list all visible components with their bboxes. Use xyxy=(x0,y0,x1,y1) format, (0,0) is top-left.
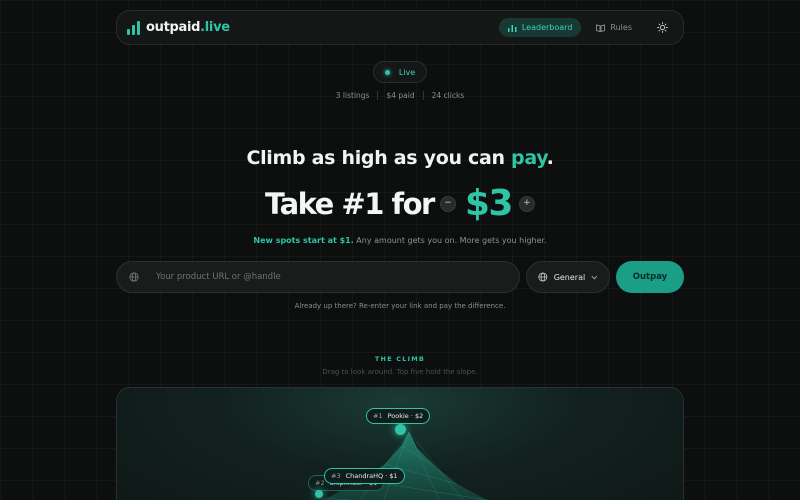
url-input-container[interactable] xyxy=(116,261,520,293)
headline-text: Climb as high as you can xyxy=(246,147,505,169)
rules-label: Rules xyxy=(610,23,632,32)
outpay-button[interactable]: Outpay xyxy=(616,261,684,293)
subtext-body: Any amount gets you on. More gets you hi… xyxy=(353,236,547,245)
rules-nav-button[interactable]: Rules xyxy=(587,18,641,37)
entry-pin xyxy=(315,490,323,498)
entry-rank: #1 xyxy=(373,412,383,420)
take-label: Take #1 for xyxy=(265,186,435,221)
logo[interactable]: outpaid.live xyxy=(127,20,230,35)
leaderboard-label: Leaderboard xyxy=(521,23,573,32)
headline-accent: pay xyxy=(511,147,547,169)
globe-icon xyxy=(538,272,548,282)
hero-headline: Climb as high as you can pay. xyxy=(0,147,800,169)
live-label: Live xyxy=(398,67,416,77)
top-nav: outpaid.live Leaderboard Rules xyxy=(116,10,684,45)
stats-row: 3 listings $4 paid 24 clicks xyxy=(0,91,800,100)
climb-3d-view[interactable]: #1 Pookie · $2 #2 Shipfinder · $1 #3 Cha… xyxy=(116,387,684,500)
subtext-highlight: New spots start at $1. xyxy=(253,236,354,245)
decrease-price-button[interactable]: − xyxy=(439,195,456,212)
logo-tld: .live xyxy=(200,20,230,35)
sun-icon xyxy=(656,22,668,33)
globe-icon xyxy=(129,272,139,282)
paid-total: $4 paid xyxy=(386,91,415,100)
hero-subtext: New spots start at $1. Any amount gets y… xyxy=(0,236,800,245)
entry-rank: #2 xyxy=(315,479,325,487)
chevron-down-icon xyxy=(591,275,598,279)
category-selected-value: General xyxy=(553,272,586,282)
live-status-pill: Live xyxy=(373,61,427,83)
entry-name: ChandraHQ · $1 xyxy=(345,472,398,480)
reenter-note: Already up there? Re-enter your link and… xyxy=(294,302,506,310)
leaderboard-tag-3[interactable]: #3 ChandraHQ · $1 xyxy=(324,468,405,484)
category-select[interactable]: General xyxy=(526,261,610,293)
section-label: THE CLIMB xyxy=(374,355,426,363)
logo-name: outpaid xyxy=(146,20,201,35)
increase-price-button[interactable]: + xyxy=(518,195,535,212)
url-input[interactable] xyxy=(156,272,486,282)
entry-rank: #3 xyxy=(331,472,341,480)
listings-count: 3 listings xyxy=(335,91,370,100)
bar-chart-logo-icon xyxy=(127,20,140,35)
bar-chart-icon xyxy=(507,24,517,32)
leaderboard-nav-button[interactable]: Leaderboard xyxy=(498,18,582,37)
clicks-count: 24 clicks xyxy=(431,91,465,100)
entry-name: Pookie · $2 xyxy=(387,412,424,420)
leaderboard-tag-1[interactable]: #1 Pookie · $2 xyxy=(366,408,431,424)
live-dot-icon xyxy=(384,69,390,75)
theme-toggle-button[interactable] xyxy=(651,17,673,39)
headline-end: . xyxy=(546,147,554,169)
book-icon xyxy=(596,23,606,32)
section-subtitle: Drag to look around. Top five hold the s… xyxy=(322,368,478,376)
leader-pin xyxy=(395,424,406,435)
price-value: $3 xyxy=(464,183,514,224)
price-row: Take #1 for − $3 + xyxy=(0,183,800,224)
